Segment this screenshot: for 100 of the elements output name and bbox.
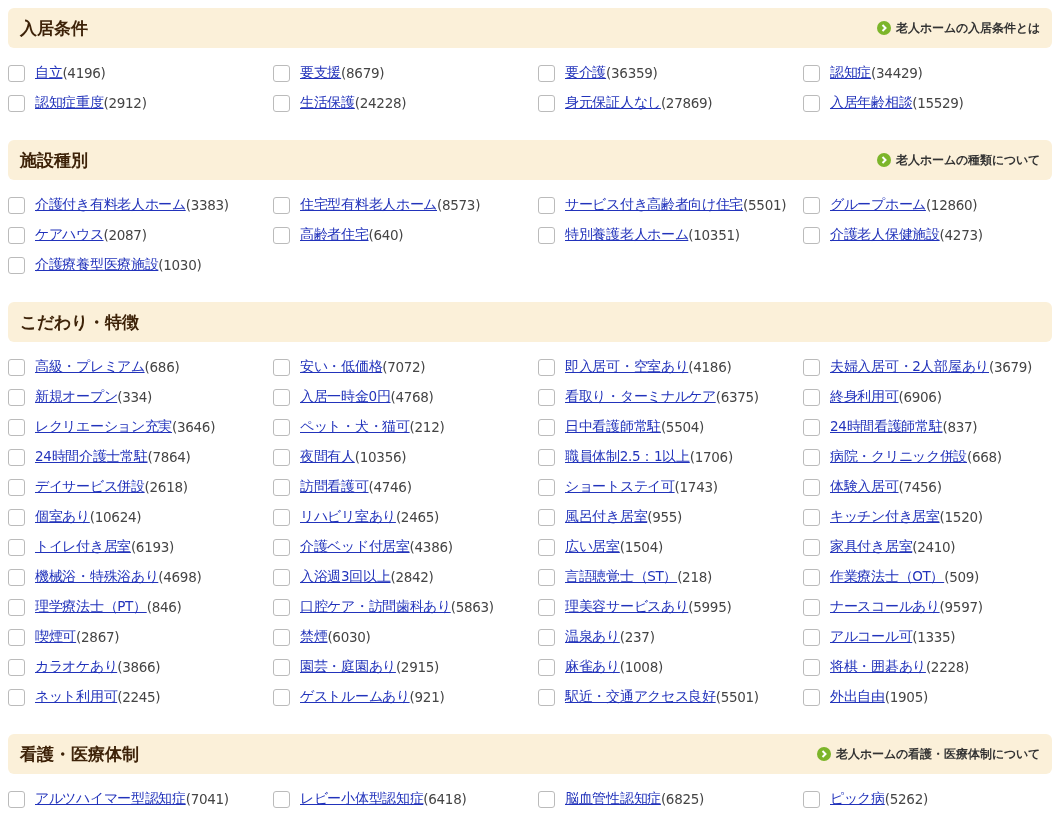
checkbox[interactable]: [538, 688, 555, 706]
filter-link[interactable]: 認知症重度: [35, 94, 104, 112]
filter-link[interactable]: 生活保護: [300, 94, 355, 112]
checkbox[interactable]: [273, 226, 290, 244]
filter-link[interactable]: 禁煙: [300, 628, 328, 646]
checkbox[interactable]: [273, 64, 290, 82]
filter-link[interactable]: 家具付き居室: [830, 538, 913, 556]
checkbox[interactable]: [8, 196, 25, 214]
filter-link[interactable]: 外出自由: [830, 688, 885, 706]
info-link[interactable]: 老人ホームの種類について: [877, 152, 1040, 168]
checkbox[interactable]: [8, 658, 25, 676]
checkbox[interactable]: [273, 598, 290, 616]
info-link[interactable]: 老人ホームの入居条件とは: [877, 20, 1040, 36]
filter-link[interactable]: 口腔ケア・訪問歯科あり: [300, 598, 451, 616]
filter-link[interactable]: 喫煙可: [35, 628, 77, 646]
checkbox[interactable]: [273, 628, 290, 646]
checkbox[interactable]: [803, 196, 820, 214]
checkbox[interactable]: [273, 508, 290, 526]
checkbox[interactable]: [8, 688, 25, 706]
checkbox[interactable]: [803, 478, 820, 496]
checkbox[interactable]: [273, 358, 290, 376]
filter-link[interactable]: アルコール可: [830, 628, 913, 646]
checkbox[interactable]: [538, 790, 555, 808]
filter-link[interactable]: 作業療法士（OT）: [830, 568, 945, 586]
checkbox[interactable]: [803, 688, 820, 706]
checkbox[interactable]: [803, 658, 820, 676]
filter-link[interactable]: 入浴週3回以上: [300, 568, 391, 586]
checkbox[interactable]: [538, 64, 555, 82]
checkbox[interactable]: [273, 658, 290, 676]
filter-link[interactable]: 夫婦入居可・2人部屋あり: [830, 358, 989, 376]
checkbox[interactable]: [273, 688, 290, 706]
checkbox[interactable]: [538, 568, 555, 586]
filter-link[interactable]: 職員体制2.5：1以上: [565, 448, 690, 466]
filter-link[interactable]: 住宅型有料老人ホーム: [300, 196, 437, 214]
filter-link[interactable]: 24時間看護師常駐: [830, 418, 943, 436]
filter-link[interactable]: 園芸・庭園あり: [300, 658, 396, 676]
checkbox[interactable]: [8, 790, 25, 808]
filter-link[interactable]: 身元保証人なし: [565, 94, 661, 112]
checkbox[interactable]: [538, 94, 555, 112]
filter-link[interactable]: ケアハウス: [35, 226, 104, 244]
checkbox[interactable]: [538, 628, 555, 646]
checkbox[interactable]: [538, 508, 555, 526]
filter-link[interactable]: リハビリ室あり: [300, 508, 396, 526]
checkbox[interactable]: [538, 358, 555, 376]
checkbox[interactable]: [803, 418, 820, 436]
checkbox[interactable]: [8, 538, 25, 556]
filter-link[interactable]: レビー小体型認知症: [300, 790, 424, 808]
filter-link[interactable]: 自立: [35, 64, 63, 82]
checkbox[interactable]: [8, 358, 25, 376]
checkbox[interactable]: [538, 538, 555, 556]
filter-link[interactable]: 24時間介護士常駐: [35, 448, 148, 466]
checkbox[interactable]: [273, 538, 290, 556]
filter-link[interactable]: 風呂付き居室: [565, 508, 648, 526]
filter-link[interactable]: カラオケあり: [35, 658, 118, 676]
filter-link[interactable]: 介護ベッド付居室: [300, 538, 410, 556]
checkbox[interactable]: [803, 790, 820, 808]
checkbox[interactable]: [273, 568, 290, 586]
filter-link[interactable]: 個室あり: [35, 508, 90, 526]
filter-link[interactable]: ゲストルームあり: [300, 688, 410, 706]
filter-link[interactable]: 要支援: [300, 64, 342, 82]
filter-link[interactable]: ピック病: [830, 790, 885, 808]
filter-link[interactable]: アルツハイマー型認知症: [35, 790, 186, 808]
filter-link[interactable]: 看取り・ターミナルケア: [565, 388, 716, 406]
filter-link[interactable]: 入居年齢相談: [830, 94, 913, 112]
checkbox[interactable]: [273, 196, 290, 214]
checkbox[interactable]: [538, 658, 555, 676]
filter-link[interactable]: 言語聴覚士（ST）: [565, 568, 678, 586]
checkbox[interactable]: [273, 478, 290, 496]
checkbox[interactable]: [803, 508, 820, 526]
filter-link[interactable]: グループホーム: [830, 196, 926, 214]
checkbox[interactable]: [803, 538, 820, 556]
checkbox[interactable]: [803, 628, 820, 646]
filter-link[interactable]: 広い居室: [565, 538, 620, 556]
checkbox[interactable]: [538, 598, 555, 616]
checkbox[interactable]: [538, 478, 555, 496]
filter-link[interactable]: 安い・低価格: [300, 358, 383, 376]
checkbox[interactable]: [8, 478, 25, 496]
filter-link[interactable]: ナースコールあり: [830, 598, 940, 616]
filter-link[interactable]: サービス付き高齢者向け住宅: [565, 196, 744, 214]
checkbox[interactable]: [803, 358, 820, 376]
filter-link[interactable]: 脳血管性認知症: [565, 790, 661, 808]
filter-link[interactable]: ペット・犬・猫可: [300, 418, 410, 436]
checkbox[interactable]: [538, 196, 555, 214]
filter-link[interactable]: トイレ付き居室: [35, 538, 131, 556]
filter-link[interactable]: 麻雀あり: [565, 658, 620, 676]
checkbox[interactable]: [803, 64, 820, 82]
filter-link[interactable]: 認知症: [830, 64, 872, 82]
checkbox[interactable]: [803, 448, 820, 466]
filter-link[interactable]: 介護老人保健施設: [830, 226, 940, 244]
checkbox[interactable]: [8, 64, 25, 82]
filter-link[interactable]: デイサービス併設: [35, 478, 145, 496]
checkbox[interactable]: [273, 448, 290, 466]
checkbox[interactable]: [538, 448, 555, 466]
checkbox[interactable]: [8, 508, 25, 526]
filter-link[interactable]: 夜間有人: [300, 448, 355, 466]
filter-link[interactable]: 駅近・交通アクセス良好: [565, 688, 716, 706]
filter-link[interactable]: 理美容サービスあり: [565, 598, 689, 616]
checkbox[interactable]: [8, 448, 25, 466]
checkbox[interactable]: [803, 568, 820, 586]
filter-link[interactable]: ネット利用可: [35, 688, 118, 706]
